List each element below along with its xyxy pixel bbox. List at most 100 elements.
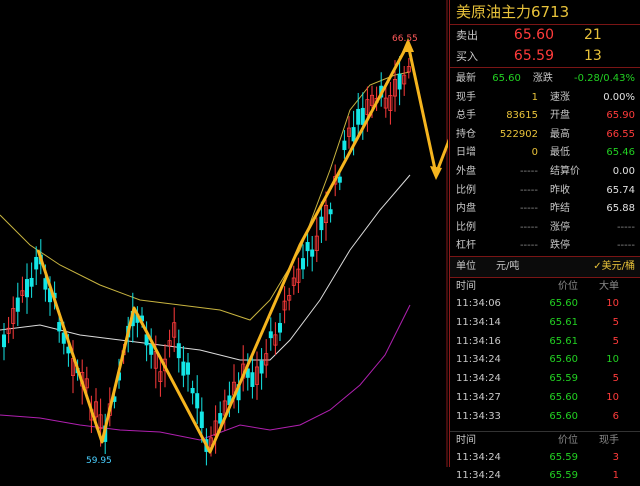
tick-row: 11:34:14 65.61 5: [450, 314, 640, 333]
candle-body: [259, 360, 264, 374]
stat-row: 比例 ----- 涨停 -----: [450, 219, 640, 238]
tick-time: 11:34:24: [456, 470, 501, 482]
sell-label: 卖出: [456, 29, 478, 42]
tick-price: 65.60: [549, 410, 578, 422]
candle-body: [277, 322, 282, 333]
tick-price: 65.60: [549, 354, 578, 366]
candle-body: [397, 73, 402, 90]
candle-body: [24, 279, 29, 298]
candle-body: [319, 216, 324, 231]
candle-body: [310, 249, 315, 257]
tick-price: 65.59: [549, 451, 578, 463]
stat-row: 持仓 522902 最高 66.55: [450, 126, 640, 145]
stat-label: 涨跌: [532, 73, 553, 84]
stat-value: 65.46: [606, 147, 635, 159]
tick-row: 11:34:27 65.60 10: [450, 389, 640, 408]
candle-body: [57, 322, 62, 332]
stat-label: 昨收: [550, 184, 570, 196]
tick-time: 11:34:16: [456, 335, 501, 347]
stat-value: 65.90: [606, 110, 635, 122]
unit-cny[interactable]: 元/吨: [496, 257, 566, 277]
stat-row: 杠杆 ----- 跌停 -----: [450, 237, 640, 256]
stat-label: 最新: [456, 73, 476, 84]
low-price-label: 59.95: [86, 456, 112, 466]
stat-label: 比例: [456, 221, 476, 233]
stat-value: 65.88: [606, 203, 635, 215]
stat-row: 总手 83615 开盘 65.90: [450, 107, 640, 126]
stat-label: 涨停: [550, 221, 570, 233]
tick-size: 1: [612, 470, 619, 482]
candle-body: [2, 334, 7, 348]
stat-label: 外盘: [456, 165, 476, 177]
candle-body: [356, 108, 361, 125]
candle-body: [250, 372, 255, 387]
tick-size: 10: [606, 391, 619, 403]
sell-price: 65.60: [513, 27, 554, 43]
stat-value: 66.55: [606, 128, 635, 140]
tick-time: 11:34:24: [456, 373, 501, 385]
candle-body: [176, 343, 181, 359]
stat-value: 65.60: [492, 73, 521, 84]
stat-value: 0.00%: [603, 91, 635, 103]
stat-label: 最高: [550, 128, 570, 140]
zigzag-arrow-head: [430, 166, 442, 180]
tick-size: 5: [612, 373, 619, 385]
middle-ma-line: [0, 174, 411, 361]
stat-label: 比例: [456, 184, 476, 196]
candle-body: [337, 176, 342, 183]
stat-value: 65.74: [606, 184, 635, 196]
stat-label: 杠杆: [456, 240, 476, 252]
tick-size: 5: [612, 316, 619, 328]
stat-label: 速涨: [550, 91, 570, 103]
stat-label: 昨结: [550, 203, 570, 215]
lower-indicator-line: [0, 304, 411, 441]
tick-row: 11:34:06 65.60 10: [450, 295, 640, 314]
candle-body: [199, 411, 204, 429]
tick-price: 65.61: [549, 335, 578, 347]
buy-price: 65.59: [513, 48, 554, 64]
stat-value: -----: [519, 221, 538, 233]
buy-volume: 13: [584, 48, 602, 64]
candle-body: [328, 209, 333, 215]
stat-value: 83615: [506, 110, 538, 122]
candle-body: [29, 277, 34, 287]
stat-value: -----: [616, 240, 635, 252]
sell-row: 卖出 65.60 21: [450, 25, 640, 46]
tick-price: 65.61: [549, 316, 578, 328]
instrument-title: 美原油主力6713: [450, 0, 640, 25]
stat-row: 最新 65.60 涨跌 -0.28/0.43%: [450, 70, 640, 89]
stat-row: 外盘 ----- 结算价 0.00: [450, 163, 640, 182]
tick-size: 6: [612, 410, 619, 422]
tick-size: 5: [612, 335, 619, 347]
tick-price: 65.60: [549, 297, 578, 309]
stat-label: 开盘: [550, 110, 570, 122]
unit-usd[interactable]: ✓美元/桶: [566, 257, 640, 277]
stat-label: 现手: [456, 91, 476, 103]
stat-value: -----: [519, 165, 538, 177]
bid-ask-box: 卖出 65.60 21 买入 65.59 13: [450, 25, 640, 68]
buy-label: 买入: [456, 50, 478, 63]
unit-label: 单位: [456, 260, 476, 272]
tick-time: 11:34:24: [456, 451, 501, 463]
candlestick-chart[interactable]: 66.55 59.95: [0, 0, 448, 467]
stat-value: 1: [531, 91, 538, 103]
stat-label: 总手: [456, 110, 476, 122]
tick-price: 65.60: [549, 391, 578, 403]
stat-value: -----: [519, 203, 538, 215]
sell-volume: 21: [584, 27, 602, 43]
tick-row: 11:34:24 65.59 5: [450, 370, 640, 389]
stat-value: -0.28/0.43%: [573, 73, 635, 84]
buy-row: 买入 65.59 13: [450, 46, 640, 67]
tick-row: 11:34:24 65.59 1: [450, 467, 640, 486]
candle-body: [181, 361, 186, 376]
tick-row: 11:34:24 65.59 3: [450, 449, 640, 468]
stat-label: 日增: [456, 147, 476, 159]
stats-grid: 最新 65.60 涨跌 -0.28/0.43% 现手 1 速涨 0.00% 总手 8…: [450, 68, 640, 257]
stat-label: 持仓: [456, 128, 476, 140]
tick-time: 11:34:14: [456, 316, 501, 328]
candle-body: [342, 140, 347, 151]
candle-body: [34, 256, 39, 270]
candle-body: [190, 387, 195, 394]
stat-row: 比例 ----- 昨收 65.74: [450, 182, 640, 201]
unit-bar[interactable]: 单位 元/吨 ✓美元/桶: [450, 256, 640, 278]
